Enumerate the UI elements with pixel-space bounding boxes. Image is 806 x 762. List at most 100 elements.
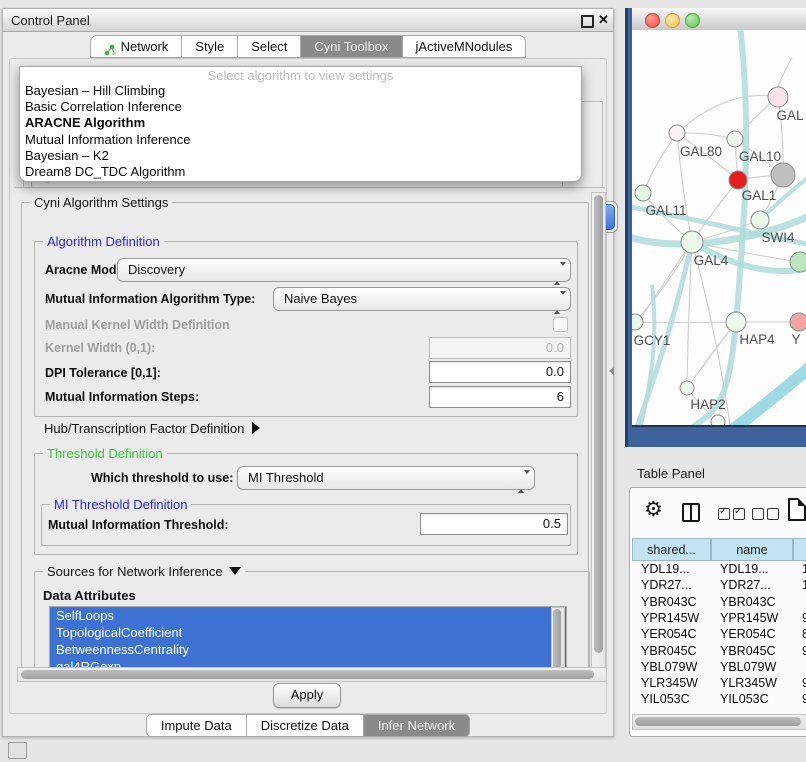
network-node-y[interactable] (790, 313, 806, 331)
manual-kernel-width-checkbox[interactable] (553, 317, 568, 332)
mi-algorithm-type-combobox[interactable]: Naive Bayes (273, 287, 571, 311)
table-row[interactable]: YLR345WYLR345W9. (632, 675, 806, 691)
table-row[interactable]: YIL053CYIL053C9. (632, 691, 806, 707)
settings-hscrollbar-thumb[interactable] (21, 670, 594, 679)
tab-discretize-data[interactable]: Discretize Data (247, 714, 364, 737)
aracne-mode-combobox[interactable]: Discovery (117, 258, 571, 282)
combo-arrows-icon (518, 471, 526, 493)
network-node-gal4[interactable] (681, 231, 703, 253)
settings-vscrollbar-thumb[interactable] (594, 195, 603, 653)
network-node-label: SWI4 (761, 230, 794, 245)
table-row[interactable]: YBR045CYBR045C9. (632, 643, 806, 659)
network-node-gal80[interactable] (669, 125, 685, 141)
network-edge[interactable] (677, 96, 778, 134)
network-node[interactable] (771, 163, 795, 187)
table-cell: YER054C (711, 626, 793, 642)
close-button[interactable] (645, 13, 660, 28)
dropdown-item-bayesian-hill-climbing[interactable]: Bayesian – Hill Climbing (20, 83, 581, 99)
float-window-icon[interactable] (581, 15, 594, 28)
table-row[interactable]: YBL079WYBL079W (632, 659, 806, 675)
which-threshold-combobox[interactable]: MI Threshold (237, 466, 535, 490)
dropdown-item-mutual-information-inference[interactable]: Mutual Information Inference (20, 132, 581, 148)
column-header-shared[interactable]: shared... (632, 538, 711, 561)
expand-right-icon[interactable] (252, 422, 260, 434)
network-edge[interactable] (778, 58, 792, 87)
table-row[interactable]: YPR145WYPR145W9. (632, 610, 806, 626)
table-row[interactable]: YDL19...YDL19...13 (632, 561, 806, 577)
dpi-tolerance-field[interactable]: 0.0 (429, 361, 571, 383)
close-icon[interactable]: ✕ (598, 12, 609, 28)
import-table-icon[interactable] (788, 498, 806, 521)
network-edge[interactable] (635, 322, 736, 323)
columns-icon[interactable] (682, 503, 700, 522)
dropdown-item-dream8-dc-tdc-algorithm[interactable]: Dream8 DC_TDC Algorithm (20, 164, 581, 180)
network-node-swi4[interactable] (751, 211, 769, 229)
window-frame-line (632, 425, 806, 427)
network-node-hap4[interactable] (726, 312, 746, 332)
table-row[interactable]: YER054CYER054C8. (632, 626, 806, 642)
tab-label: Infer Network (378, 718, 455, 733)
network-edge[interactable] (677, 133, 735, 139)
gear-icon[interactable]: ⚙ (644, 499, 663, 521)
network-view-window: GALGAL80GAL10GAL1GAL11SWI4GAL4GCY1HAP4YH… (625, 8, 806, 447)
tab-impute-data[interactable]: Impute Data (146, 714, 247, 737)
tab-select[interactable]: Select (238, 35, 301, 58)
dropdown-item-bayesian-k2[interactable]: Bayesian – K2 (20, 148, 581, 164)
network-node-gal1[interactable] (729, 171, 747, 189)
table-cell: YLR345W (711, 675, 793, 691)
attribute-item-betweennesscentrality[interactable]: BetweennessCentrality (50, 641, 566, 658)
network-edge[interactable] (692, 180, 738, 242)
network-edge[interactable] (643, 133, 677, 193)
tab-cyni-toolbox[interactable]: Cyni Toolbox (301, 35, 402, 58)
dropdown-item-aracne-algorithm[interactable]: ARACNE Algorithm (20, 115, 581, 131)
dpi-tolerance-label: DPI Tolerance [0,1]: (45, 366, 161, 380)
network-node-gcy1[interactable] (632, 314, 643, 330)
network-node-gal11[interactable] (635, 185, 651, 201)
hub-definition-section[interactable]: Hub/Transcription Factor Definition (44, 421, 260, 436)
mi-threshold-field[interactable]: 0.5 (420, 513, 568, 535)
attributes-scrollbar-thumb[interactable] (553, 609, 561, 669)
table-cell: 8. (793, 626, 806, 642)
sources-legend: Sources for Network Inference (43, 564, 245, 579)
column-header-a[interactable]: A (793, 538, 806, 561)
network-edge-thick[interactable] (730, 360, 806, 426)
control-panel-titlebar[interactable]: Control Panel ✕ (3, 9, 613, 32)
column-header-name[interactable]: name (711, 538, 793, 561)
table-cell: YER054C (632, 626, 711, 642)
minimize-button[interactable] (665, 13, 680, 28)
attribute-item-selfloops[interactable]: SelfLoops (50, 607, 566, 624)
panel-grip[interactable] (8, 742, 27, 759)
network-node-gal10[interactable] (727, 131, 743, 147)
kernel-width-field[interactable]: 0.0 (429, 337, 571, 359)
settings-horizontal-scrollbar[interactable] (17, 667, 607, 682)
network-node-hap2[interactable] (680, 381, 694, 395)
mi-steps-field[interactable]: 6 (429, 386, 571, 408)
network-node-label: GAL11 (645, 203, 686, 218)
network-window-titlebar[interactable] (632, 8, 806, 31)
deselect-all-icon[interactable] (752, 508, 779, 520)
tab-infer-network[interactable]: Infer Network (364, 714, 470, 737)
dropdown-item-basic-correlation-inference[interactable]: Basic Correlation Inference (20, 99, 581, 115)
table-row[interactable]: YBR043CYBR043C (632, 594, 806, 610)
table-cell: YDR27... (711, 577, 793, 593)
manual-kernel-width-label: Manual Kernel Width Definition (45, 318, 230, 332)
mi-threshold-group: MI Threshold Definition Mutual Informati… (41, 504, 571, 546)
attribute-item-topologicalcoefficient[interactable]: TopologicalCoefficient (50, 624, 566, 641)
zoom-button[interactable] (685, 13, 700, 28)
tab-jactivemnodules[interactable]: jActiveMNodules (403, 35, 527, 58)
panel-divider-handle[interactable] (609, 367, 614, 375)
tab-style[interactable]: Style (182, 35, 238, 58)
network-canvas[interactable]: GALGAL80GAL10GAL1GAL11SWI4GAL4GCY1HAP4YH… (632, 30, 806, 426)
table-row[interactable]: YDR27...YDR27...12 (632, 577, 806, 593)
table-toolbar: ⚙ (630, 488, 806, 536)
threshold-definition-legend: Threshold Definition (43, 446, 167, 461)
settings-vertical-scrollbar[interactable] (591, 192, 606, 668)
tab-network[interactable]: Network (90, 35, 183, 58)
collapse-down-icon[interactable] (229, 567, 241, 575)
network-node[interactable] (790, 252, 806, 272)
select-all-icon[interactable] (718, 508, 745, 520)
network-node-gal[interactable] (768, 87, 788, 107)
apply-button[interactable]: Apply (273, 683, 341, 708)
table-hscrollbar-thumb[interactable] (635, 717, 801, 726)
table-horizontal-scrollbar[interactable] (632, 714, 806, 730)
